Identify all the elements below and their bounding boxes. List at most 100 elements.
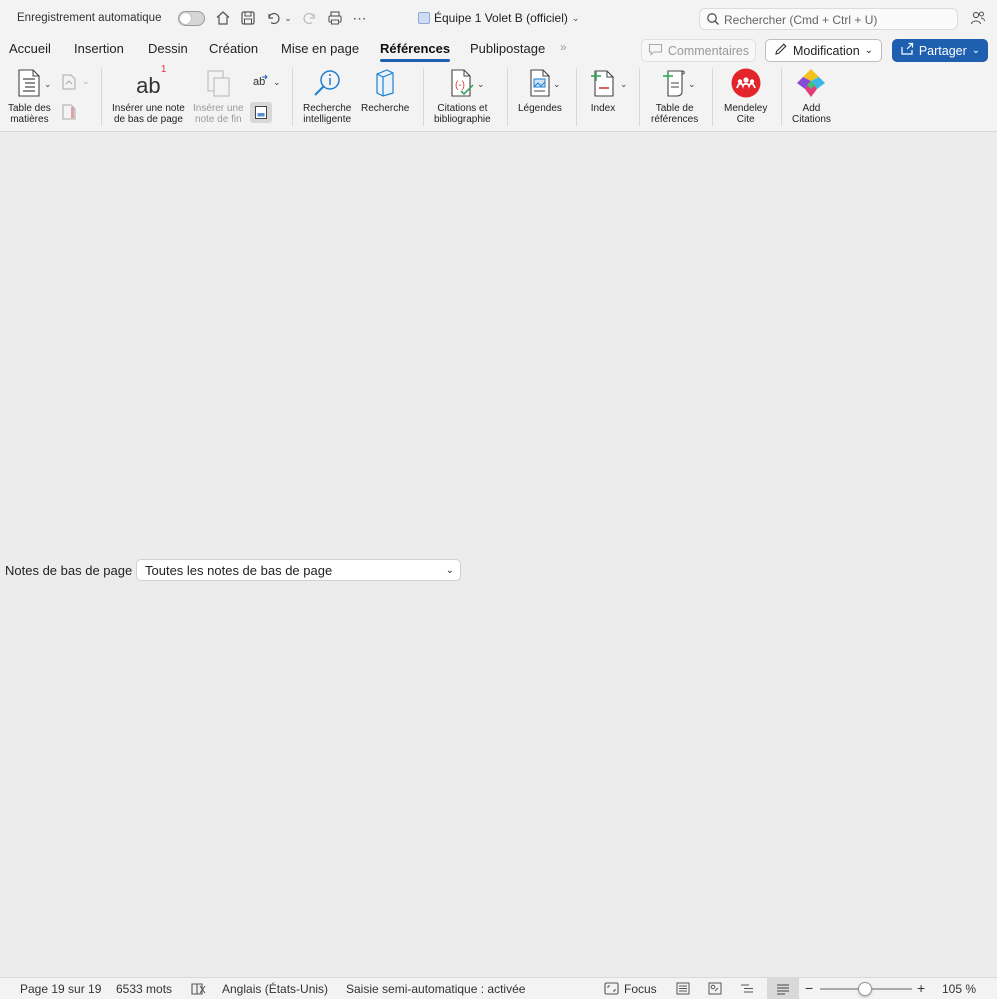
outline-view-icon[interactable] — [740, 982, 754, 995]
index-button[interactable]: Index — [586, 66, 620, 114]
title-chevron-down-icon: ⌄ — [571, 12, 580, 23]
chevron-down-icon: ⌄ — [864, 45, 874, 56]
chevron-down-icon: ⌄ — [445, 565, 454, 576]
editing-mode-button[interactable]: Modification ⌄ — [765, 39, 882, 62]
researcher-button[interactable]: Recherche — [361, 66, 409, 114]
comment-icon — [648, 43, 663, 59]
zoom-in-icon[interactable]: + — [917, 980, 925, 996]
word-count[interactable]: 6533 mots — [116, 982, 172, 996]
focus-icon[interactable] — [604, 982, 619, 995]
captions-button[interactable]: Légendes — [518, 66, 562, 114]
ribbon-separator — [101, 68, 102, 126]
share-icon — [900, 42, 914, 59]
home-icon[interactable] — [214, 9, 232, 27]
draft-view-button[interactable] — [767, 978, 799, 999]
svg-text:(-): (-) — [455, 80, 465, 91]
table-of-authorities-button[interactable]: Table de références — [651, 66, 698, 125]
share-people-icon[interactable] — [969, 9, 987, 27]
ribbon-separator — [423, 68, 424, 126]
ribbon-separator — [712, 68, 713, 126]
smart-lookup-button[interactable]: Recherche intelligente — [303, 66, 351, 125]
tab-creation[interactable]: Création — [209, 41, 258, 56]
smart-lookup-icon — [310, 66, 344, 100]
mendeley-cite-label: Mendeley Cite — [724, 103, 768, 125]
zoom-out-icon[interactable]: − — [805, 980, 813, 996]
title-bar: Enregistrement automatique ⌄ ⋯ Équipe 1 … — [0, 0, 997, 36]
undo-icon[interactable] — [264, 9, 282, 27]
references-ribbon: Table des matières ⌄ ⌄ ab 1 Insérer une n… — [0, 64, 997, 132]
footnotes-filter-value: Toutes les notes de bas de page — [145, 562, 333, 578]
autosave-toggle[interactable] — [178, 11, 205, 26]
search-icon — [706, 12, 720, 31]
document-title[interactable]: Équipe 1 Volet B (officiel) ⌄ — [418, 11, 579, 25]
focus-mode-label[interactable]: Focus — [624, 982, 657, 996]
index-icon — [586, 66, 620, 100]
zoom-slider-thumb[interactable] — [858, 982, 872, 996]
captions-chevron-down-icon[interactable]: ⌄ — [553, 79, 561, 90]
toc-label: Table des matières — [8, 103, 51, 125]
autosave-label: Enregistrement automatique — [17, 12, 162, 24]
add-citations-icon — [794, 66, 828, 100]
footnotes-filter-select[interactable]: Toutes les notes de bas de page ⌄ — [136, 559, 461, 581]
more-icon[interactable]: ⋯ — [351, 9, 369, 27]
citations-bibliography-button[interactable]: (-) Citations et bibliographie — [434, 66, 491, 125]
index-chevron-down-icon[interactable]: ⌄ — [620, 79, 628, 90]
ribbon-separator — [576, 68, 577, 126]
footnotes-pane-label: Notes de bas de page — [5, 563, 133, 578]
more-tabs-chevron-icon[interactable]: » — [560, 40, 567, 54]
page-count[interactable]: Page 19 sur 19 — [20, 982, 101, 996]
smart-lookup-label: Recherche intelligente — [303, 103, 352, 125]
document-title-text: Équipe 1 Volet B (officiel) — [434, 11, 568, 25]
search-input[interactable] — [724, 11, 952, 28]
tab-mise-en-page[interactable]: Mise en page — [281, 41, 359, 56]
redo-icon[interactable] — [301, 9, 319, 27]
read-mode-icon[interactable] — [676, 982, 690, 995]
next-footnote-icon[interactable]: ab — [252, 73, 270, 94]
ribbon-separator — [292, 68, 293, 126]
status-bar: Page 19 sur 19 6533 mots Anglais (États-… — [0, 977, 997, 999]
table-of-authorities-chevron-down-icon[interactable]: ⌄ — [688, 79, 696, 90]
tab-insertion[interactable]: Insertion — [74, 41, 124, 56]
comments-button[interactable]: Commentaires — [641, 39, 756, 62]
index-label: Index — [590, 103, 616, 114]
show-notes-icon[interactable] — [250, 102, 272, 123]
undo-menu-chevron-icon[interactable]: ⌄ — [282, 9, 294, 27]
add-text-icon[interactable] — [61, 103, 77, 126]
print-icon[interactable] — [326, 9, 344, 27]
search-box[interactable] — [699, 8, 958, 30]
draft-view-icon — [776, 983, 790, 998]
mendeley-icon — [729, 66, 763, 100]
save-icon[interactable] — [239, 9, 257, 27]
update-table-icon[interactable] — [61, 73, 77, 96]
tab-publipostage[interactable]: Publipostage — [470, 41, 545, 56]
toc-chevron-down-icon[interactable]: ⌄ — [44, 79, 52, 90]
autocomplete-status[interactable]: Saisie semi-automatique : activée — [346, 982, 525, 996]
toc-icon — [12, 66, 46, 100]
language-status[interactable]: Anglais (États-Unis) — [222, 982, 328, 996]
update-chevron-down-icon[interactable]: ⌄ — [82, 76, 90, 87]
insert-footnote-label: Insérer une note de bas de page — [112, 103, 185, 125]
tab-references[interactable]: Références — [380, 41, 451, 62]
citations-label: Citations et bibliographie — [434, 103, 491, 125]
share-label: Partager — [918, 43, 967, 58]
ribbon-separator — [639, 68, 640, 126]
ribbon-separator — [781, 68, 782, 126]
proofing-book-icon[interactable] — [190, 982, 206, 995]
mendeley-cite-button[interactable]: Mendeley Cite — [724, 66, 767, 125]
share-button[interactable]: Partager ⌄ — [892, 39, 988, 62]
insert-endnote-button[interactable]: Insérer une note de fin — [193, 66, 244, 125]
word-doc-icon — [418, 12, 430, 24]
zoom-level[interactable]: 105 % — [942, 982, 976, 996]
share-chevron-down-icon: ⌄ — [971, 45, 981, 56]
next-footnote-chevron-down-icon[interactable]: ⌄ — [273, 77, 281, 88]
comments-label: Commentaires — [667, 43, 750, 58]
researcher-book-icon — [368, 66, 402, 100]
add-citations-button[interactable]: Add Citations — [792, 66, 831, 125]
table-of-authorities-label: Table de références — [651, 103, 699, 125]
citations-chevron-down-icon[interactable]: ⌄ — [477, 79, 485, 90]
tab-dessin[interactable]: Dessin — [148, 41, 188, 56]
tab-accueil[interactable]: Accueil — [9, 41, 51, 56]
insert-footnote-button[interactable]: ab 1 Insérer une note de bas de page — [112, 64, 185, 125]
table-of-contents-button[interactable]: Table des matières — [8, 66, 51, 125]
print-layout-icon[interactable] — [708, 982, 722, 995]
